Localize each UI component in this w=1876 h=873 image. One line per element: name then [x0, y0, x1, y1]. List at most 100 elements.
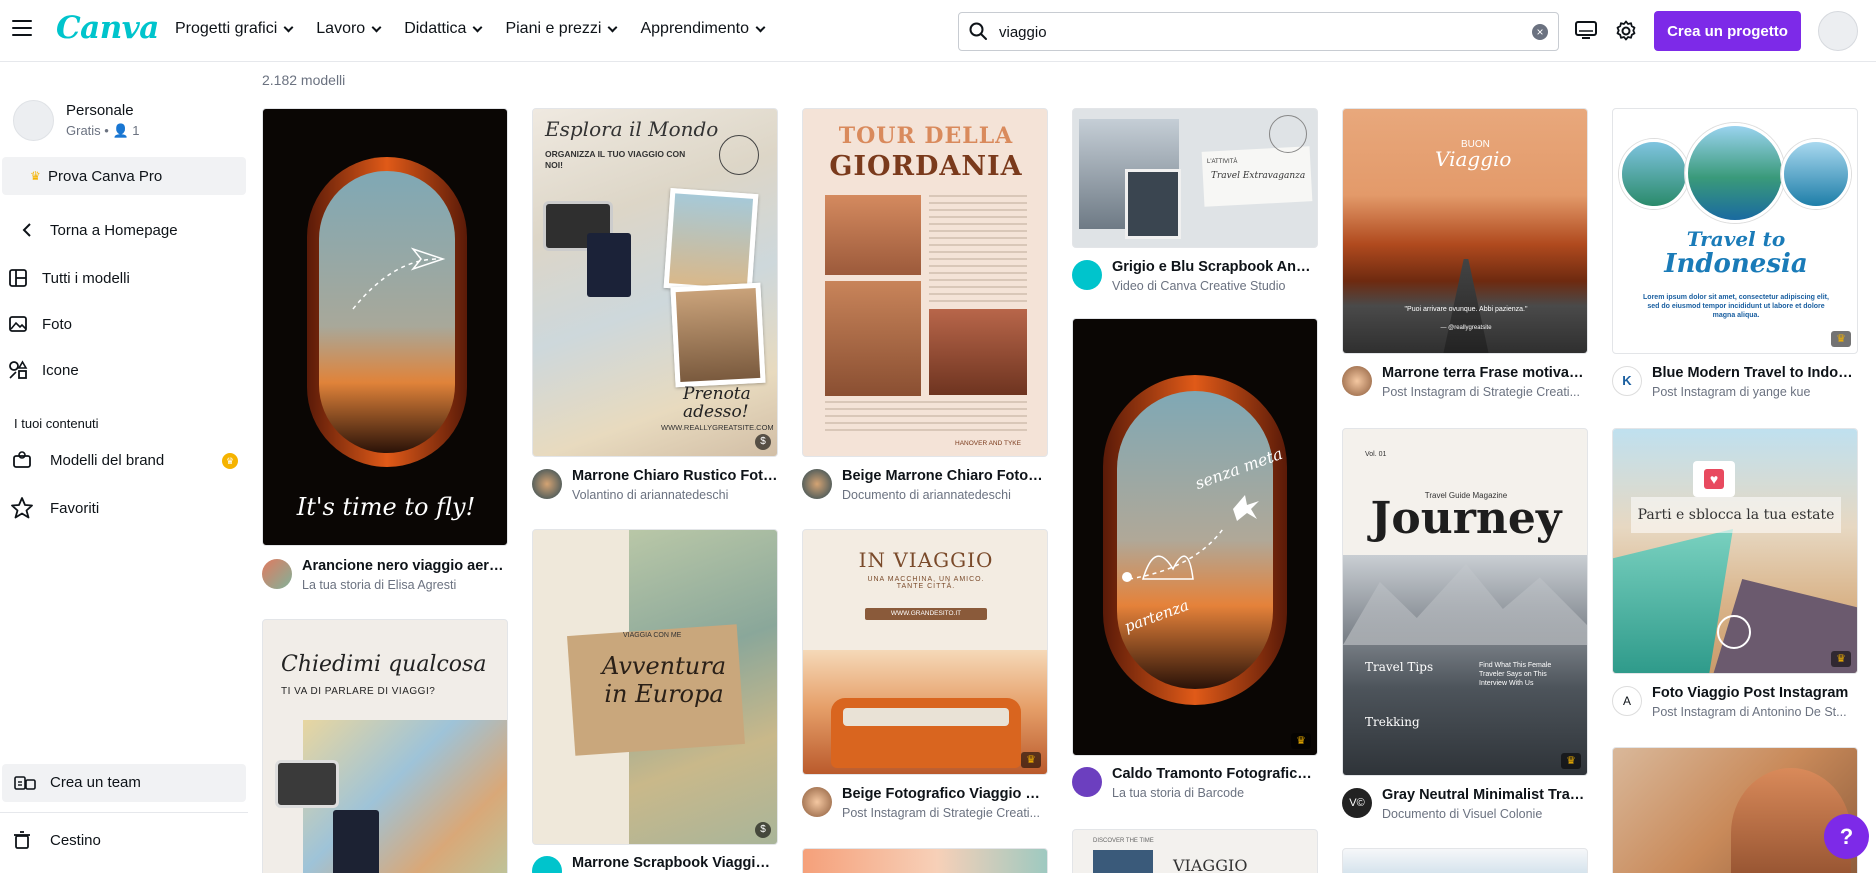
menu-icon[interactable] [12, 20, 32, 38]
sidebar-item-favorites[interactable]: Favoriti [0, 488, 248, 528]
nav-didattica[interactable]: Didattica [404, 20, 483, 38]
author-avatar [802, 469, 832, 499]
template-overlay-text: Find What This Female Traveler Says on T… [1479, 662, 1552, 687]
canva-logo[interactable]: Canva [56, 10, 159, 46]
chevron-down-icon [472, 22, 483, 32]
template-author: Documento di ariannatedeschi [842, 488, 1011, 502]
template-thumbnail[interactable] [1342, 848, 1588, 873]
crown-icon: ♛ [30, 169, 41, 183]
sidebar-item-all-templates[interactable]: Tutti i modelli [0, 258, 248, 298]
pro-crown-icon: ♛ [1561, 753, 1581, 769]
template-thumbnail[interactable]: ♥ Parti e sblocca la tua estate ♛ [1612, 428, 1858, 674]
template-overlay-text: UNA MACCHINA, UN AMICO. TANTE CITTÀ. [867, 576, 985, 590]
template-overlay-text: VIAGGIA CON ME [623, 632, 682, 639]
template-title[interactable]: Grigio e Blu Scrapbook Annu... [1112, 259, 1318, 275]
template-thumbnail[interactable]: IN VIAGGIO UNA MACCHINA, UN AMICO. TANTE… [802, 529, 1048, 775]
nav-piani-e-prezzi[interactable]: Piani e prezzi [505, 20, 618, 38]
sidebar: Personale Gratis • 👤 1 ♛ Prova Canva Pro… [0, 62, 248, 873]
sidebar-item-brand-templates[interactable]: Modelli del brand ♛ [0, 440, 248, 480]
text-block [825, 401, 1027, 433]
clear-search-icon[interactable]: × [1532, 24, 1548, 40]
template-title[interactable]: Blue Modern Travel to Indon... [1652, 365, 1858, 381]
sidebar-item-label: Favoriti [50, 499, 100, 517]
sidebar-item-label: Tutti i modelli [42, 269, 130, 287]
template-title[interactable]: Beige Marrone Chiaro Fotogr... [842, 468, 1048, 484]
sidebar-item-label: Icone [42, 361, 79, 379]
template-overlay-text: TI VA DI PARLARE DI VIAGGI? [281, 686, 436, 697]
nav-label: Piani e prezzi [505, 20, 602, 37]
template-thumbnail[interactable]: It's time to fly! [262, 108, 508, 546]
nav-lavoro[interactable]: Lavoro [316, 20, 382, 38]
gear-icon[interactable] [1614, 19, 1638, 43]
template-overlay-text: WWW.GRANDESITO.IT [865, 608, 987, 620]
try-pro-button[interactable]: ♛ Prova Canva Pro [2, 157, 246, 195]
pro-crown-icon: ♛ [1021, 752, 1041, 768]
create-project-button[interactable]: Crea un progetto [1654, 11, 1801, 51]
template-overlay-text: L'ATTIVITÀ [1207, 159, 1238, 165]
search-box: × [958, 12, 1559, 51]
template-thumbnail[interactable]: BUON Viaggio "Puoi arrivare ovunque. Abb… [1342, 108, 1588, 354]
desktop-app-icon[interactable] [1575, 20, 1597, 40]
template-author: Post Instagram di Antonino De St... [1652, 705, 1847, 719]
sidebar-item-photos[interactable]: Foto [0, 304, 248, 344]
template-author: Documento di Visuel Colonie [1382, 807, 1543, 821]
sidebar-item-icons[interactable]: Icone [0, 350, 248, 390]
nav-apprendimento[interactable]: Apprendimento [640, 20, 766, 38]
template-thumbnail[interactable]: Chiedimi qualcosa TI VA DI PARLARE DI VI… [262, 619, 508, 873]
template-thumbnail[interactable]: VIAGGIA CON ME Avventura in Europa $ [532, 529, 778, 845]
template-overlay-text: It's time to fly! [296, 493, 476, 521]
template-thumbnail[interactable]: Esplora il Mondo ORGANIZZA IL TUO VIAGGI… [532, 108, 778, 457]
template-thumbnail[interactable]: Vol. 01 Travel Guide Magazine Journey Tr… [1342, 428, 1588, 776]
main-nav: Progetti grafici Lavoro Didattica Piani … [175, 20, 766, 38]
van-windows [843, 708, 1009, 726]
create-team-button[interactable]: Crea un team [2, 764, 246, 802]
text-block [929, 195, 1027, 305]
template-title[interactable]: Foto Viaggio Post Instagram [1652, 685, 1858, 701]
template-thumbnail[interactable]: Travel to Indonesia Lorem ipsum dolor si… [1612, 108, 1858, 354]
back-to-homepage[interactable]: Torna a Homepage [0, 210, 248, 250]
top-bar: Canva Progetti grafici Lavoro Didattica … [0, 0, 1876, 62]
template-title[interactable]: Marrone terra Frase motivaz... [1382, 365, 1588, 381]
petra-photo [825, 195, 921, 275]
template-overlay-text: ORGANIZZA IL TUO VIAGGIO CON NOI! [545, 149, 686, 170]
template-thumbnail[interactable] [1612, 747, 1858, 873]
nav-label: Lavoro [316, 20, 366, 37]
author-avatar [262, 559, 292, 589]
template-title[interactable]: Caldo Tramonto Fotografico ... [1112, 766, 1318, 782]
template-overlay-text: Journey [1370, 493, 1562, 544]
template-author: Video di Canva Creative Studio [1112, 279, 1286, 293]
author-avatar: V© [1342, 788, 1372, 818]
template-title[interactable]: Beige Fotografico Viaggio Po... [842, 786, 1048, 802]
airplane-window-image [1103, 375, 1287, 705]
help-button[interactable]: ? [1824, 814, 1869, 859]
fingerprint-icon [1717, 615, 1751, 649]
pro-crown-icon: ♛ [1831, 651, 1851, 667]
camera-image [275, 760, 339, 808]
profile-name: Personale [66, 102, 134, 119]
nav-progetti-grafici[interactable]: Progetti grafici [175, 20, 294, 38]
template-thumbnail[interactable]: L'ATTIVITÀ Travel Extravaganza [1072, 108, 1318, 248]
template-overlay-text: Parti e sblocca la tua estate [1631, 497, 1841, 533]
author-avatar: K [1612, 366, 1642, 396]
heart-icon: ♥ [1704, 469, 1724, 489]
passport-image [333, 810, 379, 873]
sidebar-item-label: Foto [42, 315, 73, 333]
template-thumbnail[interactable]: TOUR DELLA GIORDANIA HANOVER AND TYKE [802, 108, 1048, 457]
template-title[interactable]: Arancione nero viaggio aere... [302, 558, 508, 574]
template-overlay-text: Indonesia [1664, 249, 1808, 279]
template-title[interactable]: Gray Neutral Minimalist Trav... [1382, 787, 1588, 803]
template-thumbnail[interactable] [802, 848, 1048, 873]
search-input[interactable] [999, 21, 1499, 43]
airplane-window-image [307, 157, 467, 467]
try-pro-label: Prova Canva Pro [48, 167, 163, 185]
photo-frame [1093, 850, 1153, 873]
template-thumbnail[interactable]: senza meta partenza ♛ [1072, 318, 1318, 756]
sidebar-item-trash[interactable]: Cestino [0, 820, 248, 860]
author-avatar [1072, 767, 1102, 797]
template-overlay-text: Vol. 01 [1365, 451, 1387, 458]
search-icon[interactable] [968, 21, 988, 41]
user-avatar[interactable] [1818, 11, 1858, 51]
template-thumbnail[interactable]: VIAGGIO DISCOVER THE TIME [1072, 829, 1318, 873]
template-title[interactable]: Marrone Scrapbook Viaggio ... [572, 855, 778, 871]
template-title[interactable]: Marrone Chiaro Rustico Foto... [572, 468, 778, 484]
